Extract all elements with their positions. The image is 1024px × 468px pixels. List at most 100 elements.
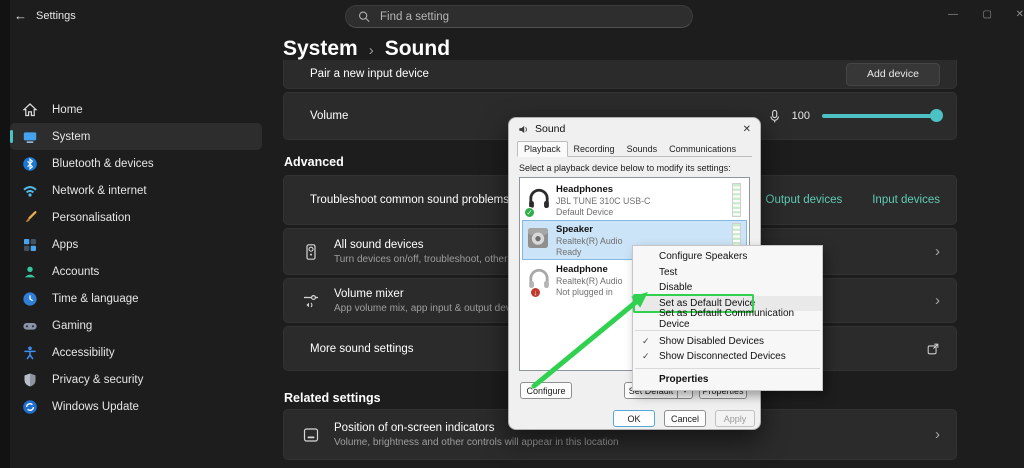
back-button[interactable]: ← (14, 8, 27, 23)
not-plugged-in-icon: ↓ (530, 286, 541, 298)
apps-icon (22, 237, 38, 253)
dialog-confirm-row: OK Cancel Apply (613, 410, 755, 427)
related-settings-header: Related settings (284, 391, 381, 405)
sidebar-item-apps[interactable]: Apps (10, 231, 262, 258)
menu-item-properties[interactable]: Properties (633, 372, 822, 388)
ok-button[interactable]: OK (613, 410, 655, 427)
volume-mixer-title: Volume mixer (334, 287, 404, 300)
device-row-headphones[interactable]: ✓ Headphones JBL TUNE 310C USB-C Default… (522, 180, 747, 220)
tab-communications[interactable]: Communications (663, 142, 742, 156)
device-name: Headphones (556, 183, 614, 195)
device-name: Speaker (556, 223, 593, 235)
update-icon (22, 399, 38, 415)
menu-item-disable[interactable]: Disable (633, 280, 822, 296)
breadcrumb: System › Sound (283, 37, 450, 61)
sidebar-item-label: Home (52, 103, 83, 116)
wifi-icon (22, 183, 38, 199)
sidebar-item-label: Windows Update (52, 400, 139, 413)
add-device-button[interactable]: Add device (846, 62, 940, 86)
volume-label: Volume (310, 110, 349, 122)
device-status: Not plugged in (556, 286, 613, 297)
menu-item-show-disabled-devices[interactable]: ✓ Show Disabled Devices (633, 334, 822, 350)
device-detail: Realtek(R) Audio (556, 275, 623, 286)
dialog-close-icon[interactable]: ✕ (743, 124, 751, 135)
checkmark-icon: ✓ (642, 351, 650, 362)
device-status: Ready (556, 246, 582, 257)
sidebar-item-label: Accessibility (52, 346, 115, 359)
breadcrumb-parent[interactable]: System (283, 37, 358, 61)
sidebar-item-label: Apps (52, 238, 79, 251)
dialog-titlebar: Sound ✕ (509, 118, 760, 140)
sidebar-item-label: Gaming (52, 319, 93, 332)
sidebar-item-windows-update[interactable]: Windows Update (10, 393, 262, 420)
sidebar-item-network[interactable]: Network & internet (10, 177, 262, 204)
tab-sounds[interactable]: Sounds (621, 142, 664, 156)
close-button[interactable]: ✕ (1016, 9, 1024, 20)
cancel-button[interactable]: Cancel (664, 410, 706, 427)
search-input[interactable] (378, 9, 680, 24)
minimize-button[interactable]: — (948, 9, 958, 20)
menu-item-label: Show Disconnected Devices (659, 351, 786, 363)
on-screen-indicator-icon (303, 427, 319, 442)
sidebar-item-accounts[interactable]: Accounts (10, 258, 262, 285)
chevron-right-icon: › (935, 292, 940, 309)
sidebar-item-accessibility[interactable]: Accessibility (10, 339, 262, 366)
volume-value: 100 (791, 110, 810, 122)
dialog-title: Sound (535, 123, 566, 135)
tab-playback[interactable]: Playback (517, 141, 568, 157)
headphones-icon: ✓ (524, 186, 556, 218)
clock-icon (22, 291, 38, 307)
apply-button[interactable]: Apply (715, 410, 755, 427)
menu-item-test[interactable]: Test (633, 265, 822, 281)
configure-button[interactable]: Configure (520, 382, 572, 399)
device-detail: Realtek(R) Audio (556, 235, 623, 246)
search-box[interactable] (345, 5, 693, 28)
sidebar-item-home[interactable]: Home (10, 96, 262, 123)
volume-slider[interactable] (822, 109, 943, 123)
dialog-tabs: Playback Recording Sounds Communications (517, 140, 752, 157)
sidebar-item-label: Bluetooth & devices (52, 157, 154, 170)
headphone-gray-icon: ↓ (526, 266, 556, 298)
checkmark-icon: ✓ (642, 335, 650, 346)
sidebar-item-label: Accounts (52, 265, 100, 278)
menu-item-set-default-communication-device[interactable]: Set as Default Communication Device (633, 308, 822, 330)
volume-mixer-icon (304, 294, 318, 307)
device-name: Headphone (556, 263, 608, 275)
sidebar-item-label: Time & language (52, 292, 139, 305)
sidebar-item-gaming[interactable]: Gaming (10, 312, 262, 339)
breadcrumb-separator: › (368, 41, 374, 59)
dialog-instruction: Select a playback device below to modify… (519, 163, 731, 173)
chevron-right-icon: › (935, 243, 940, 260)
level-meter (732, 183, 741, 217)
input-devices-link[interactable]: Input devices (872, 194, 940, 206)
sidebar-item-privacy[interactable]: Privacy & security (10, 366, 262, 393)
screen-edge (0, 0, 10, 468)
sound-devices-icon (306, 243, 316, 260)
titlebar: ← Settings — ▢ ✕ (0, 0, 1024, 32)
brush-icon (22, 210, 38, 226)
sidebar-item-label: Network & internet (52, 184, 147, 197)
troubleshoot-label: Troubleshoot common sound problems (310, 194, 510, 206)
sidebar-item-personalisation[interactable]: Personalisation (10, 204, 262, 231)
sidebar-item-bluetooth[interactable]: Bluetooth & devices (10, 150, 262, 177)
output-devices-link[interactable]: Output devices (766, 194, 843, 206)
tab-recording[interactable]: Recording (568, 142, 621, 156)
sidebar-item-time-language[interactable]: Time & language (10, 285, 262, 312)
maximize-button[interactable]: ▢ (983, 9, 992, 20)
volume-slider-thumb[interactable] (930, 109, 943, 123)
bluetooth-icon (22, 156, 38, 172)
device-detail: JBL TUNE 310C USB-C (556, 195, 651, 206)
pair-input-device-row: Pair a new input device Add device (283, 60, 957, 89)
settings-window: ← Settings — ▢ ✕ Home System Bluetooth &… (0, 0, 1024, 468)
speaker-device-icon (526, 226, 556, 255)
menu-item-show-disconnected-devices[interactable]: ✓ Show Disconnected Devices (633, 349, 822, 365)
device-status: Default Device (556, 206, 614, 217)
sidebar-item-system[interactable]: System (10, 123, 262, 150)
sidebar: Home System Bluetooth & devices Network … (10, 96, 262, 420)
playback-context-menu: Configure Speakers Test Disable Set as D… (632, 245, 823, 391)
chevron-right-icon: › (935, 426, 940, 443)
menu-item-configure-speakers[interactable]: Configure Speakers (633, 249, 822, 265)
search-icon (358, 11, 370, 23)
home-icon (22, 102, 38, 118)
position-indicators-description: Volume, brightness and other controls wi… (334, 436, 619, 448)
